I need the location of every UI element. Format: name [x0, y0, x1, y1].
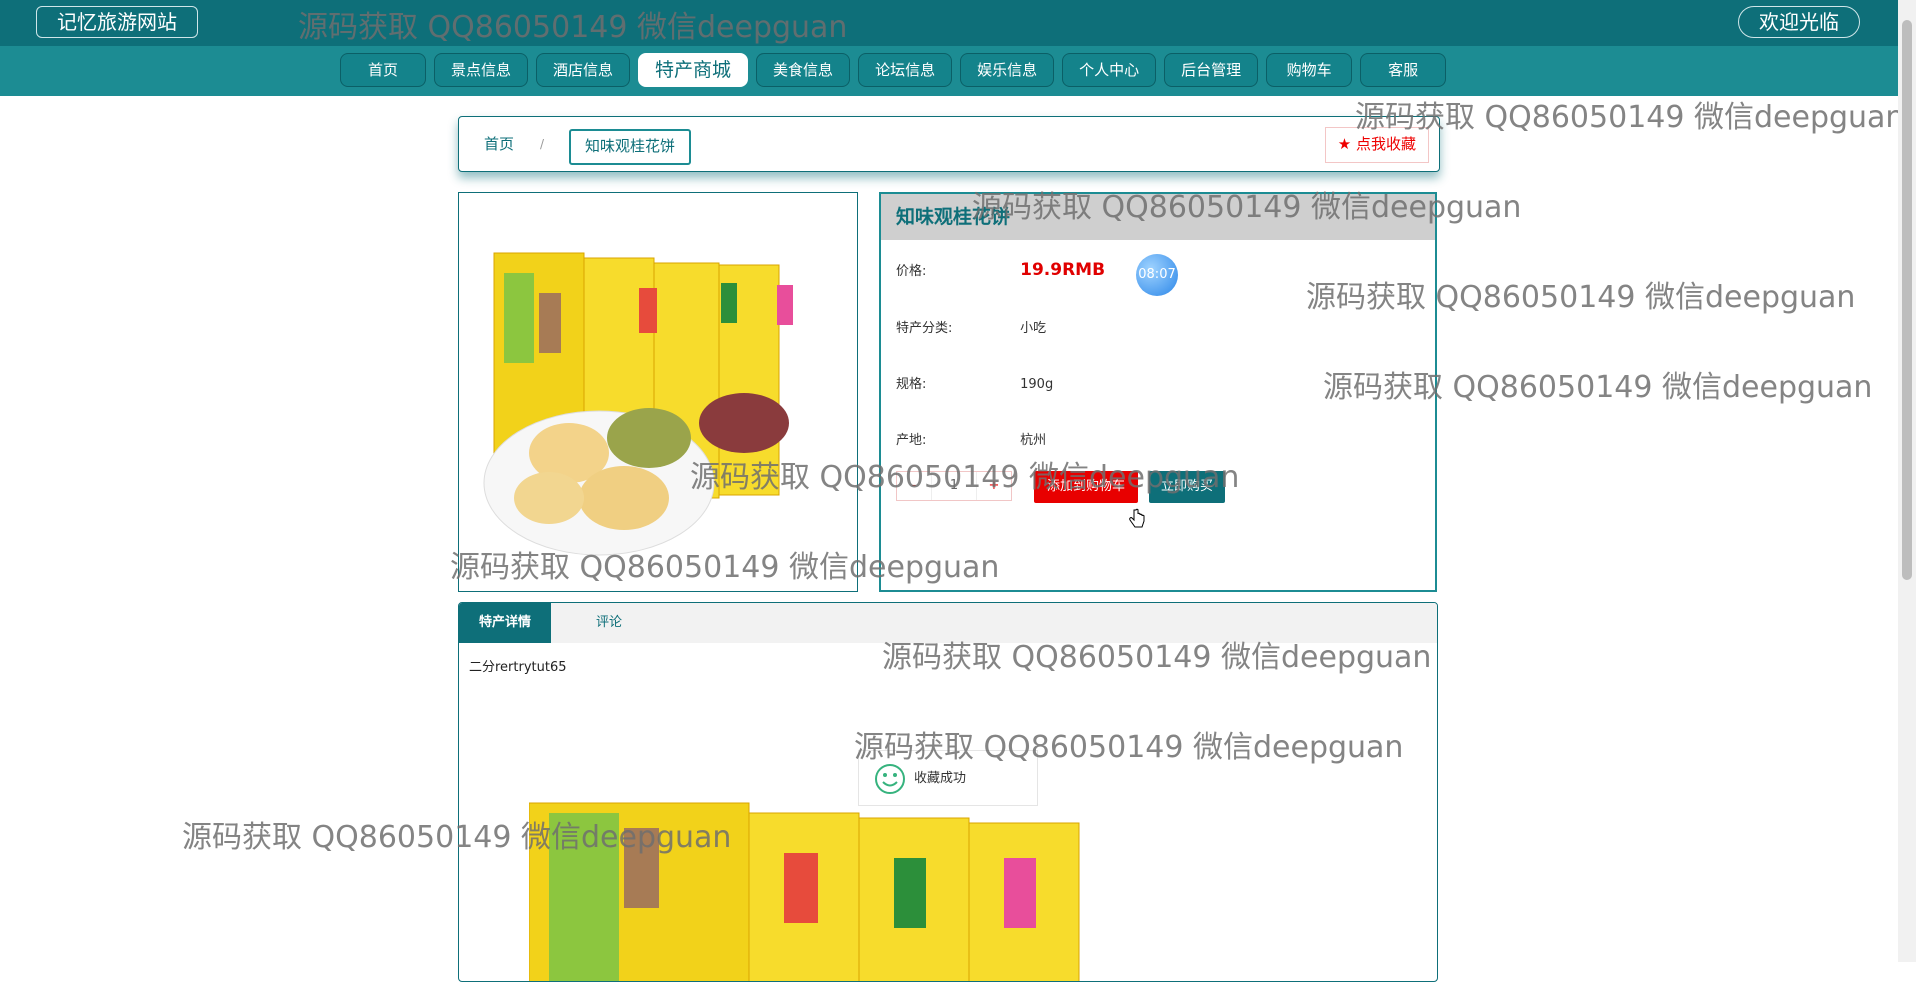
quantity-increase-button[interactable]: +	[977, 472, 1011, 500]
quantity-input[interactable]: 1	[931, 472, 977, 500]
breadcrumb-home[interactable]: 首页	[484, 117, 514, 171]
category-label: 特产分类:	[896, 321, 953, 336]
nav-item-scenic[interactable]: 景点信息	[434, 53, 529, 87]
nav-item-admin[interactable]: 后台管理	[1164, 53, 1259, 87]
hand-cursor-icon	[1129, 508, 1145, 528]
detail-text: 二分rertrytut65	[469, 660, 567, 675]
product-title: 知味观桂花饼	[881, 194, 1435, 240]
spec-value: 190g	[1020, 377, 1054, 392]
spec-label: 规格:	[896, 377, 927, 392]
welcome-badge: 欢迎光临	[1738, 6, 1860, 38]
main-nav: 首页 景点信息 酒店信息 特产商城 美食信息 论坛信息 娱乐信息 个人中心 后台…	[0, 46, 1898, 96]
smile-icon	[875, 764, 905, 794]
price-label: 价格:	[896, 264, 927, 279]
nav-item-home[interactable]: 首页	[340, 53, 426, 87]
product-image-graphic	[459, 193, 857, 591]
origin-value: 杭州	[1020, 433, 1047, 448]
timer-badge: 08:07	[1136, 254, 1178, 296]
nav-item-forum[interactable]: 论坛信息	[858, 53, 953, 87]
spec-row: 规格: 190g	[896, 373, 1053, 392]
tab-product-detail[interactable]: 特产详情	[459, 603, 551, 643]
breadcrumb-current: 知味观桂花饼	[569, 129, 692, 165]
page-scrollbar[interactable]	[1898, 0, 1916, 962]
detail-image	[529, 802, 1080, 981]
tab-comments[interactable]: 评论	[569, 603, 649, 643]
tab-header: 特产详情 评论	[459, 603, 1437, 643]
origin-row: 产地: 杭州	[896, 429, 1046, 448]
nav-item-cart[interactable]: 购物车	[1266, 53, 1353, 87]
price-row: 价格: 19.9RMB	[896, 260, 1105, 280]
scrollbar-thumb[interactable]	[1902, 20, 1912, 580]
top-bar: 记忆旅游网站 欢迎光临	[0, 0, 1898, 46]
nav-item-food[interactable]: 美食信息	[756, 53, 851, 87]
site-title[interactable]: 记忆旅游网站	[36, 6, 198, 38]
nav-item-specialty-mall[interactable]: 特产商城	[638, 53, 749, 87]
add-to-cart-button[interactable]: 添加到购物车	[1034, 471, 1138, 503]
quantity-decrease-button[interactable]: -	[897, 472, 931, 500]
product-info-panel: 知味观桂花饼 价格: 19.9RMB 08:07 特产分类: 小吃 规格: 19…	[879, 192, 1437, 592]
category-value: 小吃	[1020, 321, 1047, 336]
breadcrumb: 首页 / 知味观桂花饼 ★ 点我收藏	[458, 116, 1440, 172]
price-value: 19.9RMB	[1020, 260, 1106, 280]
quantity-stepper: - 1 +	[896, 471, 1012, 501]
favorite-button[interactable]: ★ 点我收藏	[1324, 127, 1429, 163]
toast-text: 收藏成功	[914, 771, 967, 786]
nav-item-profile[interactable]: 个人中心	[1062, 53, 1157, 87]
star-icon: ★	[1337, 135, 1352, 153]
origin-label: 产地:	[896, 433, 927, 448]
buy-now-button[interactable]: 立即购买	[1149, 471, 1225, 503]
toast-message: 收藏成功	[858, 750, 1038, 806]
product-image	[458, 192, 858, 592]
category-row: 特产分类: 小吃	[896, 317, 1046, 336]
breadcrumb-separator: /	[540, 137, 545, 151]
nav-item-support[interactable]: 客服	[1360, 53, 1447, 87]
nav-item-entertainment[interactable]: 娱乐信息	[960, 53, 1055, 87]
favorite-button-label: 点我收藏	[1355, 135, 1416, 153]
nav-item-hotel[interactable]: 酒店信息	[536, 53, 631, 87]
